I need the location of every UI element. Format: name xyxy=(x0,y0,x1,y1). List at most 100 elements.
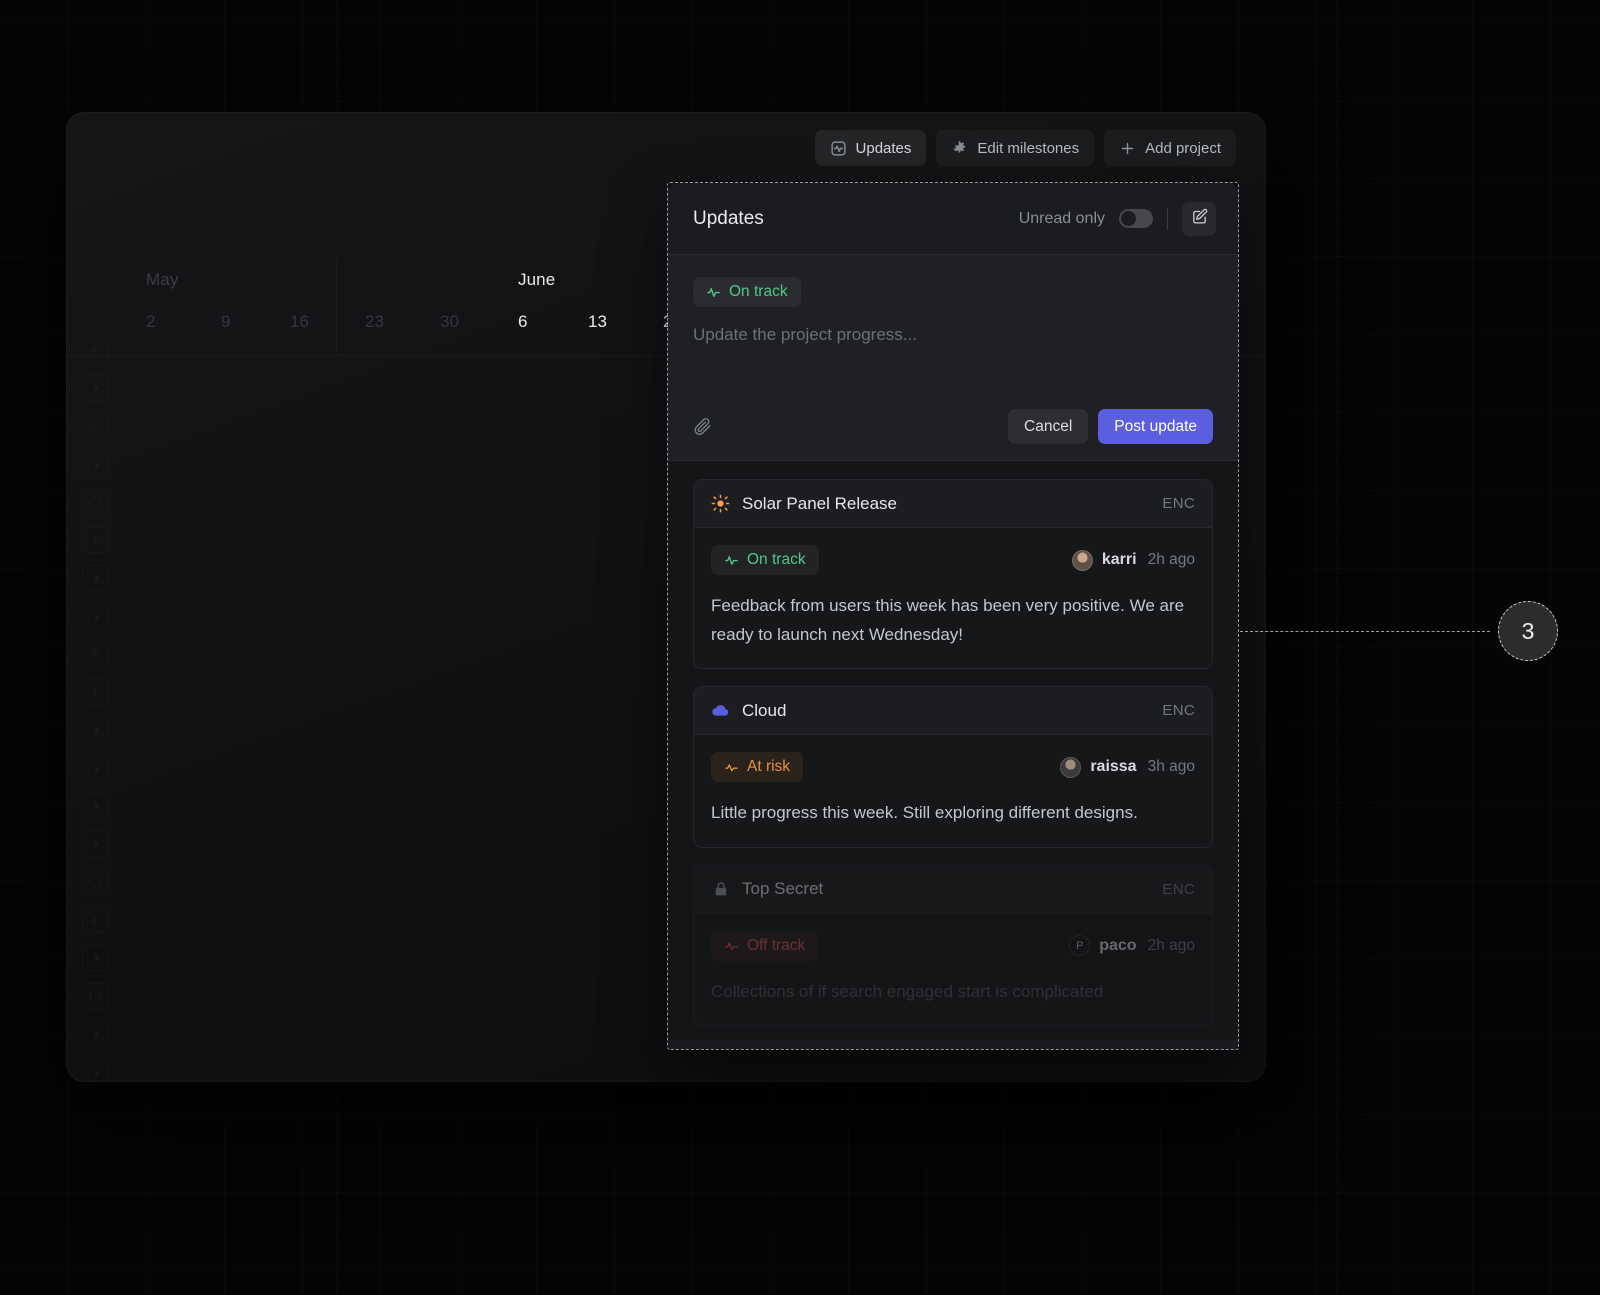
decorative-circle xyxy=(66,831,70,857)
contrast-icon: ◑ xyxy=(82,603,108,629)
timeline-day[interactable]: 6 xyxy=(518,312,527,332)
project-badge: ENC xyxy=(1162,702,1195,720)
lock-icon xyxy=(711,880,730,899)
update-card-header: Solar Panel Release ENC xyxy=(694,480,1212,528)
compose-status-pill[interactable]: On track xyxy=(693,277,801,307)
hexagon-icon: ⬡ xyxy=(82,489,108,515)
toggle-knob xyxy=(1121,211,1136,226)
activity-pulse-icon xyxy=(724,760,739,775)
decorative-circle xyxy=(66,451,70,477)
updates-panel: Updates Unread only On track Update the … xyxy=(668,183,1238,1049)
contrast-icon: ◑ xyxy=(82,375,108,401)
annotation-connector-line xyxy=(1240,631,1490,632)
update-card[interactable]: Cloud ENC At risk raissa 3h ago Little p… xyxy=(693,686,1213,848)
contrast-icon: ◑ xyxy=(82,755,108,781)
hexagon-icon: ⬡ xyxy=(82,869,108,895)
cloud-icon xyxy=(711,701,730,720)
hexagon-icon: ⬡ xyxy=(82,413,108,439)
update-status-pill: Off track xyxy=(711,930,819,961)
panel-title: Updates xyxy=(693,207,764,229)
decorative-circle xyxy=(66,679,70,705)
timeline-month-june: June xyxy=(518,270,556,289)
decorative-circle xyxy=(66,983,70,1009)
decorative-circle xyxy=(66,603,70,629)
update-card[interactable]: Solar Panel Release ENC On track karri 2… xyxy=(693,479,1213,670)
update-timestamp: 2h ago xyxy=(1147,551,1195,568)
edit-milestones-button[interactable]: Edit milestones xyxy=(936,130,1095,166)
update-timestamp: 2h ago xyxy=(1147,936,1195,954)
decorative-icon-column: + ◑ ⬡ ◑ ⬡ + ◑ ◑ ✳ + ◑ ◑ ◑ ◑ ⬡ + ◑ ⬡ ◑ ◑ xyxy=(66,337,130,1082)
plus-icon: + xyxy=(82,907,108,933)
decorative-circle xyxy=(66,375,70,401)
contrast-icon: ◑ xyxy=(82,717,108,743)
avatar xyxy=(1071,549,1093,571)
project-name: Top Secret xyxy=(742,879,824,899)
update-text: Feedback from users this week has been v… xyxy=(711,596,1185,645)
decorative-circle xyxy=(66,413,70,439)
timeline-day[interactable]: 2 xyxy=(146,312,155,332)
contrast-icon: ◑ xyxy=(82,451,108,477)
contrast-icon: ◑ xyxy=(82,793,108,819)
update-card-body: On track karri 2h ago Feedback from user… xyxy=(694,528,1212,669)
add-project-label: Add project xyxy=(1145,139,1221,157)
decorative-circle xyxy=(66,1021,70,1047)
updates-button[interactable]: Updates xyxy=(814,130,927,166)
compose-footer: Cancel Post update xyxy=(693,409,1213,444)
author-name: karri xyxy=(1101,551,1137,568)
activity-pulse-icon xyxy=(724,553,739,568)
cancel-button[interactable]: Cancel xyxy=(1008,409,1089,444)
decorative-circle xyxy=(66,489,70,515)
contrast-icon: ◑ xyxy=(82,945,108,971)
contrast-icon: ◑ xyxy=(82,1021,108,1047)
gear-icon: ✳ xyxy=(82,641,108,667)
update-status-label: At risk xyxy=(747,758,791,776)
plus-icon: + xyxy=(82,527,108,553)
header-divider xyxy=(1167,207,1168,230)
activity-pulse-icon xyxy=(706,285,721,300)
author-name: raissa xyxy=(1090,758,1137,776)
annotation-step-badge: 3 xyxy=(1498,601,1558,661)
decorative-circle xyxy=(66,945,70,971)
edit-square-icon xyxy=(1191,208,1208,230)
timeline-day[interactable]: 13 xyxy=(588,312,607,332)
activity-square-icon xyxy=(830,140,847,157)
decorative-circle xyxy=(66,565,70,591)
update-status-label: Off track xyxy=(747,936,806,954)
update-timestamp: 3h ago xyxy=(1147,758,1195,776)
author-name: paco xyxy=(1099,936,1137,954)
unread-only-toggle[interactable] xyxy=(1119,209,1153,228)
update-status-pill: At risk xyxy=(711,752,804,783)
gear-icon xyxy=(951,140,968,157)
avatar xyxy=(1060,756,1082,778)
add-project-button[interactable]: Add project xyxy=(1104,130,1236,166)
project-badge: ENC xyxy=(1162,495,1195,512)
project-badge: ENC xyxy=(1162,880,1195,898)
update-card-body: Off track P paco 2h ago Collections of i… xyxy=(694,913,1212,1025)
timeline-day[interactable]: 30 xyxy=(440,312,459,332)
paperclip-icon[interactable] xyxy=(693,417,712,436)
activity-pulse-icon xyxy=(724,938,739,953)
grid-dashed-line-right xyxy=(1337,0,1338,1295)
timeline-day[interactable]: 23 xyxy=(365,312,384,332)
compose-update-button[interactable] xyxy=(1182,201,1216,236)
update-card[interactable]: Top Secret ENC Off track P paco 2h ago C… xyxy=(693,864,1213,1026)
timeline-day[interactable]: 16 xyxy=(290,312,309,332)
compose-area: On track Update the project progress... … xyxy=(668,255,1238,461)
update-text: Little progress this week. Still explori… xyxy=(711,803,1138,823)
update-status-label: On track xyxy=(747,551,806,568)
updates-button-label: Updates xyxy=(855,139,912,157)
avatar: P xyxy=(1069,935,1091,957)
decorative-circle xyxy=(66,869,70,895)
post-update-button[interactable]: Post update xyxy=(1098,409,1213,444)
updates-feed[interactable]: Solar Panel Release ENC On track karri 2… xyxy=(668,461,1238,1040)
update-text: Collections of if search engaged start i… xyxy=(711,981,1104,1001)
edit-milestones-label: Edit milestones xyxy=(977,139,1080,157)
update-card-header: Cloud ENC xyxy=(694,687,1212,736)
decorative-circle xyxy=(66,907,70,933)
timeline-day[interactable]: 9 xyxy=(221,312,230,332)
update-card-body: At risk raissa 3h ago Little progress th… xyxy=(694,735,1212,847)
decorative-circle xyxy=(66,1059,70,1082)
compose-textarea[interactable]: Update the project progress... xyxy=(693,325,1213,397)
decorative-circle xyxy=(66,755,70,781)
contrast-icon: ◑ xyxy=(82,1059,108,1082)
